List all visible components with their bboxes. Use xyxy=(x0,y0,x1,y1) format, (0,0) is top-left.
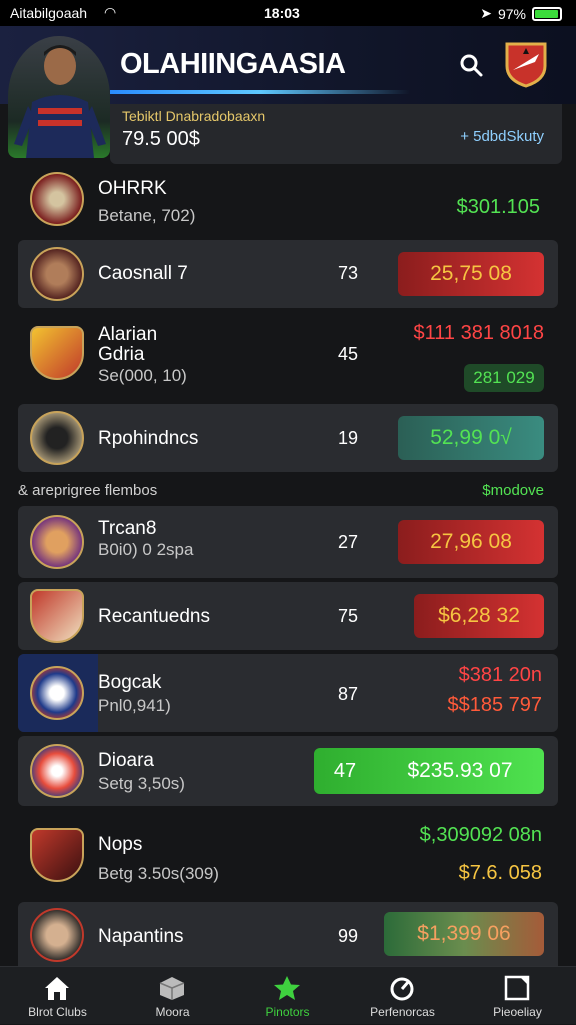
club-sub: Pnl0,941) xyxy=(98,696,171,715)
club-name: Bogcak xyxy=(98,672,162,693)
club-count: 19 xyxy=(337,428,359,448)
club-name: Trcan8 xyxy=(98,518,157,539)
price-pill[interactable]: 281 029 xyxy=(464,364,544,392)
tab-clubs[interactable]: Blrot Clubs xyxy=(0,967,115,1025)
club-name: Dioara xyxy=(98,750,154,771)
club-name: Recantuedns xyxy=(98,606,210,627)
status-bar: Aitabilgoaah ◠ 18:03 ➤ 97% xyxy=(0,0,576,26)
club-price-secondary: $7.6. 058 xyxy=(458,862,542,884)
box-icon xyxy=(159,977,185,1000)
club-count: 87 xyxy=(337,684,359,704)
list-item[interactable]: Bogcak Pnl0,941) 87 $381 20n $$185 797 xyxy=(18,654,558,732)
tab-label: Pinotors xyxy=(265,1005,310,1019)
club-name-line2: Gdria xyxy=(98,344,145,365)
club-name: Rpohindncs xyxy=(98,428,199,449)
club-sub: Betane, 702) xyxy=(98,206,196,225)
club-sub: B0i0) 0 2spa xyxy=(98,540,194,559)
status-right: ➤ 97% xyxy=(480,5,562,22)
club-logo-icon xyxy=(30,744,84,798)
club-count: 27 xyxy=(337,532,359,552)
price-pill[interactable]: $1,399 06 xyxy=(384,912,544,956)
tab-moora[interactable]: Moora xyxy=(115,967,230,1025)
location-icon: ➤ xyxy=(480,5,492,21)
player-image xyxy=(14,45,106,158)
balance-summary: Tebiktl Dnabradobaaxn 79.5 00$ + 5dbdSku… xyxy=(110,104,562,164)
club-logo-icon xyxy=(30,411,84,465)
club-count: 73 xyxy=(337,263,359,283)
list-item[interactable]: Recantuedns 75 $6,28 32 xyxy=(18,582,558,650)
price-pill[interactable]: 25,75 08 xyxy=(398,252,544,296)
club-name: OHRRK xyxy=(98,178,167,199)
price-pill[interactable]: 47 $235.93 07 xyxy=(314,748,544,794)
square-icon xyxy=(504,975,530,1001)
gauge-icon xyxy=(390,977,414,1001)
club-crest-icon[interactable] xyxy=(503,40,549,88)
battery-percent: 97% xyxy=(497,5,526,22)
club-logo-icon xyxy=(30,247,84,301)
header-swoosh xyxy=(110,90,410,94)
carrier-label: Aitabilgoaah xyxy=(10,5,88,21)
club-price: $381 20n xyxy=(458,664,542,686)
search-icon[interactable] xyxy=(458,52,484,78)
section-link[interactable]: $modove xyxy=(482,482,544,499)
club-price: $,309092 08n xyxy=(419,824,542,846)
club-logo-icon xyxy=(30,326,84,380)
price-pill[interactable]: $6,28 32 xyxy=(414,594,544,638)
wifi-icon: ◠ xyxy=(104,4,117,20)
tab-label: Moora xyxy=(155,1005,190,1019)
list-item[interactable]: Alarian Gdria Se(000, 10) 45 $111 381 80… xyxy=(18,312,558,402)
list-item[interactable]: Dioara Setg 3,50s) 47 $235.93 07 xyxy=(18,736,558,806)
home-icon xyxy=(45,977,69,1000)
list-item[interactable]: OHRRK Betane, 702) $301.105 xyxy=(18,166,558,238)
club-name: Nops xyxy=(98,834,143,855)
club-sub: Betg 3.50s(309) xyxy=(98,864,219,883)
price-pill[interactable]: 27,96 08 xyxy=(398,520,544,564)
club-sub: Se(000, 10) xyxy=(98,366,187,385)
club-logo-icon xyxy=(30,666,84,720)
club-count: 75 xyxy=(337,606,359,626)
tab-perfenorcas[interactable]: Perfenorcas xyxy=(345,967,460,1025)
list-item[interactable]: Napantins 99 $1,399 06 xyxy=(18,902,558,966)
club-name: Alarian xyxy=(98,324,158,345)
club-logo-icon xyxy=(30,828,84,882)
balance-link[interactable]: + 5dbdSkuty xyxy=(460,128,544,145)
list-item[interactable]: Caosnall 7 73 25,75 08 xyxy=(18,240,558,308)
club-name: Napantins xyxy=(98,926,184,947)
club-price-secondary: $$185 797 xyxy=(447,694,542,716)
list-item[interactable]: Rpohindncs 19 52,99 0√ xyxy=(18,404,558,472)
list-item[interactable]: Nops Betg 3.50s(309) $,309092 08n $7.6. … xyxy=(18,812,558,898)
clock: 18:03 xyxy=(264,5,300,21)
price-pill[interactable]: 52,99 0√ xyxy=(398,416,544,460)
tab-label: Blrot Clubs xyxy=(28,1005,87,1019)
club-logo-icon xyxy=(30,172,84,226)
star-icon xyxy=(274,976,300,1000)
bottom-tab-bar: Blrot Clubs Moora Pinotors Perfenorcas P… xyxy=(0,966,576,1024)
club-count: 45 xyxy=(337,344,359,364)
balance-value: 79.5 00$ xyxy=(122,128,200,150)
player-avatar[interactable] xyxy=(8,36,110,158)
battery-icon xyxy=(532,6,562,21)
club-logo-icon xyxy=(30,589,84,643)
list-item[interactable]: Trcan8 B0i0) 0 2spa 27 27,96 08 xyxy=(18,506,558,578)
balance-label: Tebiktl Dnabradobaaxn xyxy=(122,108,266,124)
tab-label: Perfenorcas xyxy=(370,1005,435,1019)
section-header: & areprigree flembos $modove xyxy=(18,482,558,502)
club-logo-icon xyxy=(30,908,84,962)
app-title: OLAHIINGAASIA xyxy=(120,48,346,80)
club-sub: Setg 3,50s) xyxy=(98,774,185,793)
club-name: Caosnall 7 xyxy=(98,263,188,284)
price-pill-value: $235.93 07 xyxy=(407,759,513,782)
tab-pinotors[interactable]: Pinotors xyxy=(230,967,345,1025)
club-price: $301.105 xyxy=(456,196,540,218)
club-count: 99 xyxy=(337,926,359,946)
club-price: $111 381 8018 xyxy=(413,322,545,344)
tab-label: Pieoeliay xyxy=(493,1005,542,1019)
section-title: & areprigree flembos xyxy=(18,482,158,499)
club-logo-icon xyxy=(30,515,84,569)
club-count: 47 xyxy=(333,759,357,782)
tab-pieoeliay[interactable]: Pieoeliay xyxy=(460,967,575,1025)
